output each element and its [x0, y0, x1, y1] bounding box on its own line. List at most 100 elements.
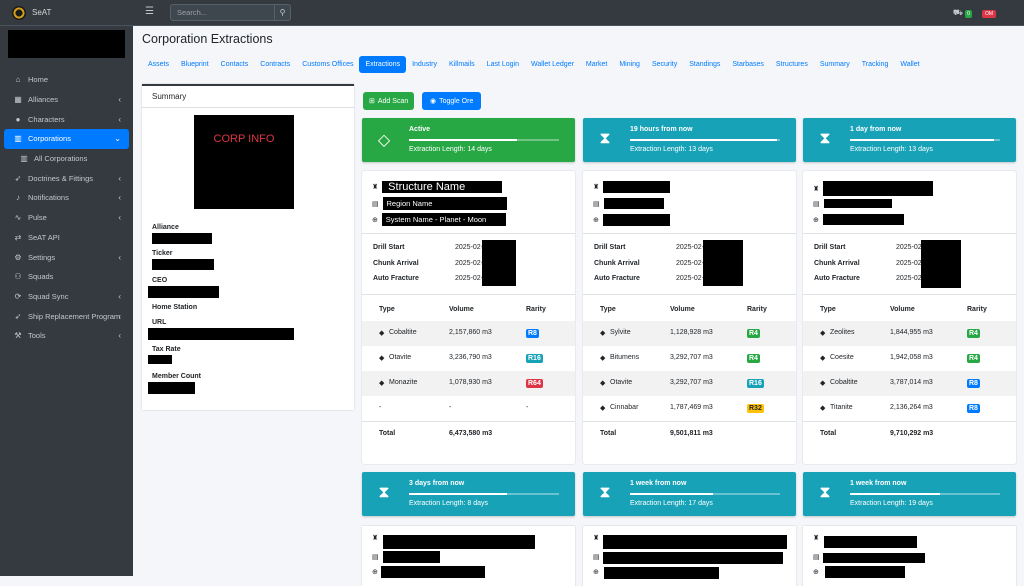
region-row: ▤ — [813, 199, 892, 208]
eye-icon: ◉ — [430, 98, 437, 105]
system-name-redacted[interactable] — [604, 567, 719, 579]
ore-volume: 3,787,014 m3 — [890, 379, 933, 386]
structure-row: ♜ Structure Name — [372, 181, 503, 193]
sidebar-item-tools[interactable]: ⚒ Tools ‹ — [0, 326, 133, 346]
tab-standings[interactable]: Standings — [683, 56, 726, 73]
ore-row: ◆ Otavite 3,292,707 m3 R16 — [583, 371, 796, 396]
search-button[interactable]: ⚲ — [275, 4, 291, 21]
tab-mining[interactable]: Mining — [613, 56, 646, 73]
sidebar-item-seat-api[interactable]: ⇄ SeAT API — [0, 228, 133, 248]
sidebar-item-home[interactable]: ⌂ Home — [0, 70, 133, 90]
tab-structures[interactable]: Structures — [770, 56, 814, 73]
divider — [583, 233, 796, 234]
divider — [362, 294, 575, 295]
progress-fill — [409, 493, 507, 495]
hamburger-menu-icon[interactable]: ☰ — [145, 6, 154, 17]
structure-name[interactable]: Structure Name — [382, 181, 503, 193]
ore-row: ◆ Cinnabar 1,787,469 m3 R32 — [583, 396, 796, 421]
tab-customs-offices[interactable]: Customs Offices — [296, 56, 359, 73]
queue-indicator[interactable]: ⛟ 0 — [953, 8, 972, 18]
exchange-icon: ⇄ — [14, 232, 22, 242]
type-header: Type — [600, 306, 616, 313]
map-icon: ▤ — [593, 200, 600, 208]
region-name-redacted[interactable] — [383, 551, 440, 563]
add-scan-button[interactable]: ⊞ Add Scan — [363, 92, 415, 110]
tab-industry[interactable]: Industry — [406, 56, 443, 73]
tab-tracking[interactable]: Tracking — [856, 56, 895, 73]
structure-name-redacted[interactable] — [603, 181, 671, 193]
url-value-redacted[interactable] — [148, 328, 294, 340]
structure-row: ♜ — [593, 181, 671, 193]
total-label: Total — [820, 430, 837, 437]
sidebar-item-all-corporations[interactable]: ▥ All Corporations — [0, 149, 133, 169]
tab-wallet[interactable]: Wallet — [894, 56, 925, 73]
extraction-card: ♜ ▤ ⊕ Drill Start Chunk Arrival Auto Fra… — [583, 171, 796, 464]
user-panel-redacted[interactable] — [8, 30, 125, 58]
ore-type: Cobaltite — [830, 379, 858, 386]
system-name-redacted[interactable] — [825, 566, 905, 578]
sidebar-item-settings[interactable]: ⚙ Settings ‹ — [0, 247, 133, 267]
extraction-progress — [630, 493, 780, 495]
sidebar-item-characters[interactable]: ● Characters ‹ — [0, 109, 133, 129]
summary-title: Summary — [142, 86, 354, 108]
ore-volume: 1,128,928 m3 — [670, 329, 713, 336]
tab-contracts[interactable]: Contracts — [254, 56, 296, 73]
system-name-redacted[interactable] — [822, 214, 904, 225]
structure-name-redacted[interactable] — [824, 536, 917, 548]
system-name[interactable]: System Name - Planet - Moon — [381, 213, 506, 226]
tab-extractions[interactable]: Extractions — [359, 56, 407, 73]
chevron-left-icon: ‹ — [118, 193, 121, 203]
sidebar-item-label: Squads — [28, 272, 54, 282]
ore-type: Titanite — [830, 404, 853, 411]
region-name-redacted[interactable] — [603, 552, 783, 564]
tab-security[interactable]: Security — [646, 56, 683, 73]
sidebar-item-doctrines[interactable]: ➶ Doctrines & Fittings ‹ — [0, 168, 133, 188]
tax-rate-field: Tax Rate — [148, 346, 181, 364]
queue-badge: 0 — [965, 10, 972, 18]
chevron-left-icon: ‹ — [118, 114, 121, 124]
tab-assets[interactable]: Assets — [142, 56, 175, 73]
tab-last-login[interactable]: Last Login — [481, 56, 525, 73]
ore-volume: 1,078,930 m3 — [449, 379, 492, 386]
search-input[interactable]: Search... — [170, 4, 275, 21]
sidebar-item-squad-sync[interactable]: ⟳ Squad Sync ‹ — [0, 287, 133, 307]
sidebar-item-pulse[interactable]: ∿ Pulse ‹ — [0, 208, 133, 228]
ore-rock-icon: ◆ — [600, 380, 606, 387]
sidebar-item-squads[interactable]: ⚇ Squads — [0, 267, 133, 287]
tab-killmails[interactable]: Killmails — [443, 56, 481, 73]
region-name[interactable]: Region Name — [382, 197, 507, 210]
sidebar-item-label: Ship Replacement Program — [28, 311, 121, 321]
system-name-redacted[interactable] — [602, 214, 670, 226]
tab-blueprint[interactable]: Blueprint — [175, 56, 215, 73]
ceo-value-redacted[interactable] — [148, 286, 219, 298]
user-menu[interactable]: OM — [981, 8, 996, 18]
sidebar-item-corporations[interactable]: ▥ Corporations ⌄ — [4, 129, 129, 149]
toggle-ore-button[interactable]: ◉ Toggle Ore — [422, 92, 482, 110]
extraction-status-title: 1 day from now — [850, 126, 902, 133]
corporation-logo: CORP INFO — [194, 115, 294, 209]
region-name-redacted[interactable] — [603, 198, 664, 209]
structure-name-redacted[interactable] — [823, 181, 934, 196]
system-name-redacted[interactable] — [381, 566, 485, 578]
member-count-value-redacted — [148, 382, 195, 394]
region-name-redacted[interactable] — [823, 553, 925, 563]
region-name-redacted[interactable] — [823, 199, 892, 208]
tab-contacts[interactable]: Contacts — [215, 56, 255, 73]
extraction-status-box: ⧗ 3 days from now Extraction Length: 8 d… — [362, 472, 575, 516]
alliance-value-redacted — [152, 233, 212, 244]
chevron-left-icon: ‹ — [118, 95, 121, 105]
structure-name-redacted[interactable] — [383, 535, 535, 549]
sidebar-item-alliances[interactable]: ▦ Alliances ‹ — [0, 90, 133, 110]
sidebar-item-notifications[interactable]: ♪ Notifications ‹ — [0, 188, 133, 208]
sidebar-item-ship-replacement[interactable]: ➶ Ship Replacement Program ‹ — [0, 306, 133, 326]
diamond-icon: ◇ — [377, 132, 391, 149]
structure-name-redacted[interactable] — [603, 535, 787, 549]
tab-summary[interactable]: Summary — [814, 56, 856, 73]
structure-icon: ♜ — [593, 535, 600, 542]
brand[interactable]: SeAT — [0, 0, 133, 26]
rocket-icon: ➶ — [14, 173, 22, 183]
tab-market[interactable]: Market — [580, 56, 613, 73]
divider — [803, 233, 1016, 234]
tab-wallet-ledger[interactable]: Wallet Ledger — [525, 56, 580, 73]
tab-starbases[interactable]: Starbases — [726, 56, 770, 73]
